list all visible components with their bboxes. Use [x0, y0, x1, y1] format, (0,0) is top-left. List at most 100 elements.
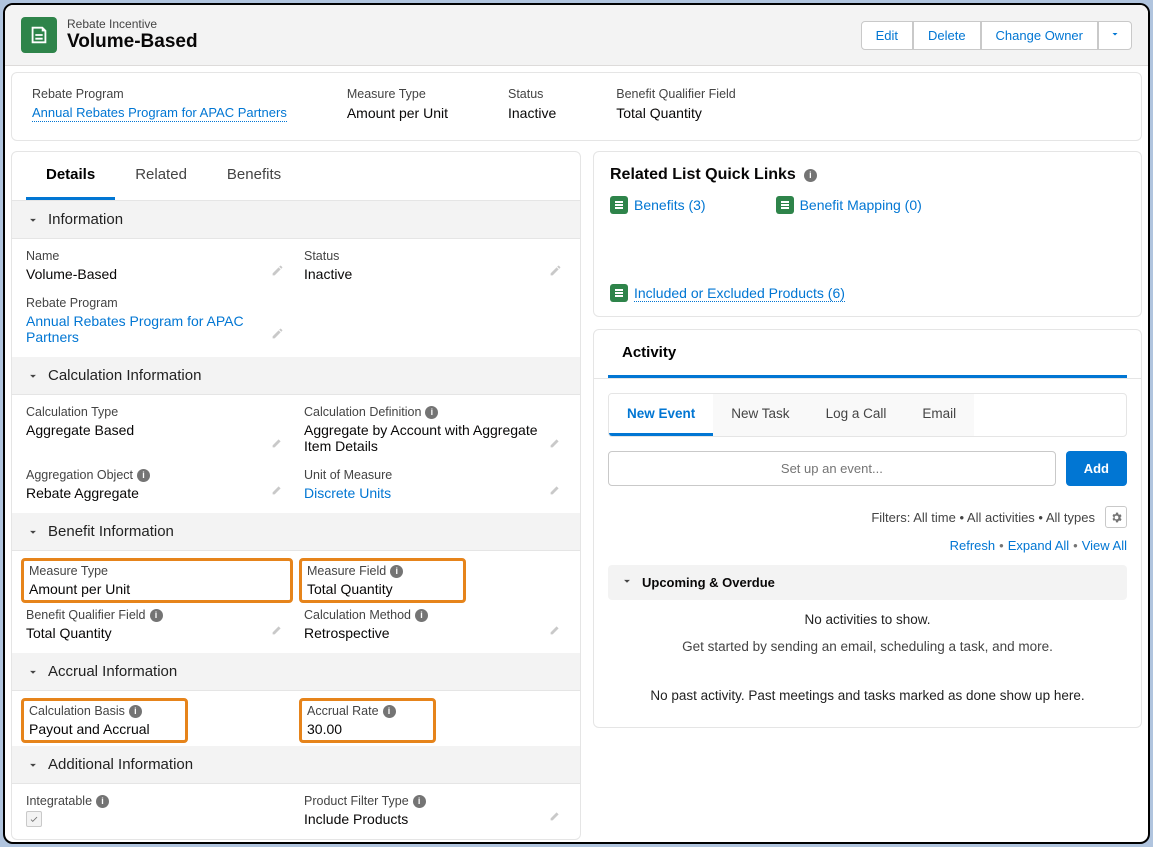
activity-input-row: Add	[594, 451, 1141, 500]
edit-icon[interactable]	[549, 809, 562, 825]
info-icon[interactable]: i	[137, 469, 150, 482]
field-value: 30.00	[307, 721, 428, 737]
hl-bqf: Benefit Qualifier Field Total Quantity	[616, 87, 736, 122]
field-value: Total Quantity	[26, 625, 288, 641]
change-owner-button[interactable]: Change Owner	[981, 21, 1098, 50]
section-information-header[interactable]: Information	[12, 201, 580, 239]
refresh-link[interactable]: Refresh	[950, 538, 996, 553]
edit-icon[interactable]	[549, 483, 562, 499]
info-icon[interactable]: i	[390, 565, 403, 578]
rl-title: Related List Quick Links	[610, 166, 796, 184]
hl-value: Amount per Unit	[347, 105, 448, 121]
field-label: Product Filter Typei	[304, 794, 566, 808]
activity-links: Refresh • Expand All • View All	[594, 534, 1141, 565]
section-calculation-header[interactable]: Calculation Information	[12, 357, 580, 395]
field-label: Unit of Measure	[304, 468, 566, 482]
field-label: Calculation Type	[26, 405, 288, 419]
subtab-new-event[interactable]: New Event	[609, 394, 713, 436]
field-product-filter-type: Product Filter Typei Include Products	[304, 794, 566, 827]
mapping-link[interactable]: Benefit Mapping (0)	[800, 197, 922, 213]
subtab-log-call[interactable]: Log a Call	[808, 394, 905, 436]
subtab-new-task[interactable]: New Task	[713, 394, 807, 436]
record-header: Rebate Incentive Volume-Based Edit Delet…	[5, 5, 1148, 66]
benefits-link[interactable]: Benefits (3)	[634, 197, 706, 213]
rl-products: Included or Excluded Products (6)	[610, 284, 845, 302]
field-label: Calculation Definitioni	[304, 405, 566, 419]
chevron-down-icon	[26, 665, 40, 679]
right-column: Related List Quick Links i Benefits (3) …	[593, 151, 1142, 840]
related-quick-links-header: Related List Quick Links i	[610, 166, 1125, 184]
tab-related[interactable]: Related	[115, 152, 207, 200]
field-rebate-program: Rebate Program Annual Rebates Program fo…	[26, 296, 288, 345]
edit-icon[interactable]	[271, 623, 284, 639]
section-additional-header[interactable]: Additional Information	[12, 746, 580, 784]
section-additional-body: Integratablei Product Filter Typei Inclu…	[12, 784, 580, 839]
add-button[interactable]: Add	[1066, 451, 1127, 486]
field-calculation-definition: Calculation Definitioni Aggregate by Acc…	[304, 405, 566, 454]
field-label: Measure Type	[29, 564, 285, 578]
info-icon[interactable]: i	[96, 795, 109, 808]
info-icon[interactable]: i	[129, 705, 142, 718]
rebate-program-link[interactable]: Annual Rebates Program for APAC Partners	[26, 313, 244, 345]
field-label: Measure Fieldi	[307, 564, 458, 578]
subtab-email[interactable]: Email	[904, 394, 974, 436]
gear-icon[interactable]	[1105, 506, 1127, 528]
edit-icon[interactable]	[271, 436, 284, 452]
field-label: Aggregation Objecti	[26, 468, 288, 482]
section-calculation-body: Calculation Type Aggregate Based Calcula…	[12, 395, 580, 513]
field-value: Amount per Unit	[29, 581, 285, 597]
info-icon[interactable]: i	[413, 795, 426, 808]
edit-icon[interactable]	[549, 264, 562, 280]
field-value: Payout and Accrual	[29, 721, 180, 737]
header-titles: Rebate Incentive Volume-Based	[67, 17, 198, 53]
expand-all-link[interactable]: Expand All	[1008, 538, 1069, 553]
edit-icon[interactable]	[549, 436, 562, 452]
field-value: Retrospective	[304, 625, 566, 641]
tab-details[interactable]: Details	[26, 152, 115, 200]
chevron-down-icon	[26, 525, 40, 539]
section-accrual-header[interactable]: Accrual Information	[12, 653, 580, 691]
event-input[interactable]	[608, 451, 1056, 486]
edit-icon[interactable]	[271, 264, 284, 280]
get-started-text: Get started by sending an email, schedul…	[594, 639, 1141, 670]
info-icon[interactable]: i	[425, 406, 438, 419]
hl-value: Total Quantity	[616, 105, 736, 121]
tab-activity[interactable]: Activity	[608, 330, 1127, 378]
section-information-body: Name Volume-Based Status Inactive Rebate…	[12, 239, 580, 357]
field-label: Benefit Qualifier Fieldi	[26, 608, 288, 622]
edit-icon[interactable]	[271, 327, 284, 343]
section-title: Calculation Information	[48, 367, 201, 384]
products-link[interactable]: Included or Excluded Products (6)	[634, 285, 845, 302]
section-benefit-body: Measure Type Amount per Unit Measure Fie…	[12, 551, 580, 653]
chevron-down-icon	[620, 574, 634, 591]
main-columns: Details Related Benefits Information Nam…	[5, 141, 1148, 844]
upcoming-section-header[interactable]: Upcoming & Overdue	[608, 565, 1127, 600]
hl-label: Benefit Qualifier Field	[616, 87, 736, 101]
info-icon[interactable]: i	[150, 609, 163, 622]
info-icon[interactable]: i	[383, 705, 396, 718]
hl-status: Status Inactive	[508, 87, 556, 122]
no-activities-text: No activities to show.	[594, 600, 1141, 639]
edit-icon[interactable]	[549, 623, 562, 639]
info-icon[interactable]: i	[804, 169, 817, 182]
related-links-row: Benefits (3) Benefit Mapping (0) Include…	[610, 196, 1125, 302]
info-icon[interactable]: i	[415, 609, 428, 622]
edit-button[interactable]: Edit	[861, 21, 913, 50]
rebate-program-link[interactable]: Annual Rebates Program for APAC Partners	[32, 105, 287, 122]
field-status: Status Inactive	[304, 249, 566, 282]
view-all-link[interactable]: View All	[1082, 538, 1127, 553]
field-value: Rebate Aggregate	[26, 485, 288, 501]
edit-icon[interactable]	[271, 483, 284, 499]
field-value: Volume-Based	[26, 266, 288, 282]
field-label: Accrual Ratei	[307, 704, 428, 718]
section-benefit-header[interactable]: Benefit Information	[12, 513, 580, 551]
chevron-down-icon	[26, 213, 40, 227]
more-actions-button[interactable]	[1098, 21, 1132, 50]
delete-button[interactable]: Delete	[913, 21, 981, 50]
uom-link[interactable]: Discrete Units	[304, 485, 391, 501]
hl-label: Status	[508, 87, 556, 101]
rl-mapping: Benefit Mapping (0)	[776, 196, 922, 214]
tab-benefits[interactable]: Benefits	[207, 152, 301, 200]
field-value: Inactive	[304, 266, 566, 282]
hl-label: Measure Type	[347, 87, 448, 101]
